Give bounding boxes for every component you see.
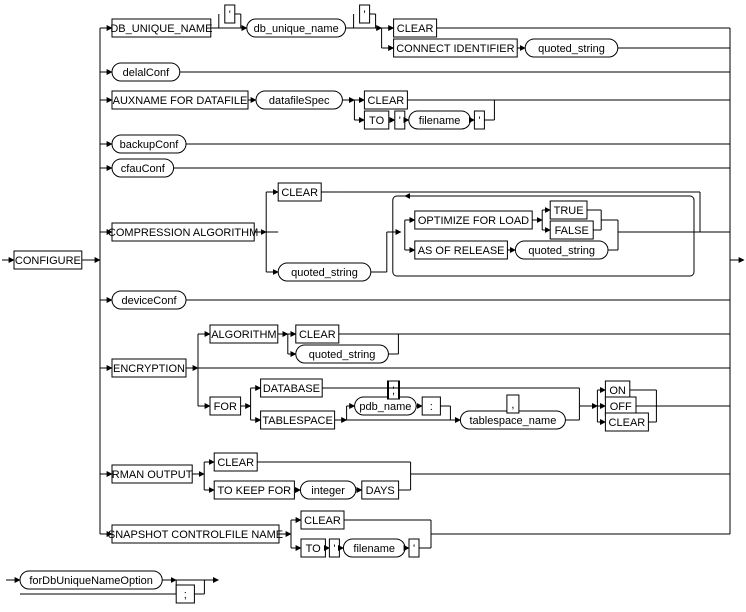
snap-to-label: TO [306,543,322,555]
svg-text:': ' [333,543,335,555]
pdb-colon-label: : [430,401,433,413]
db-unique-name-kw-label: DB_UNIQUE_NAME [110,23,212,35]
configure-kw-label: CONFIGURE [15,255,81,267]
ofl-false-label: FALSE [555,225,589,237]
enc-off-label: OFF [610,401,632,413]
svg-text:,: , [392,385,395,397]
compression-kw-label: COMPRESSION ALGORITHM [108,227,258,239]
pdb-name-label: pdb_name [359,401,411,413]
comp-clear-label: CLEAR [281,187,318,199]
dbun-clear-label: CLEAR [397,23,434,35]
comp-qs-label: quoted_string [291,267,358,279]
enc-database-label: DATABASE [263,383,320,395]
aux-filename-label: filename [419,115,461,127]
datafile-spec-label: datafileSpec [269,95,330,107]
auxname-kw-label: AUXNAME FOR DATAFILE [113,95,248,107]
aux-clear-label: CLEAR [368,95,405,107]
db-unique-name-nt-label: db_unique_name [254,23,339,35]
backupconf-label: backupConf [120,139,180,151]
svg-text:,: , [511,399,514,411]
ofl-true-label: TRUE [554,205,584,217]
svg-text:': ' [413,543,415,555]
syntax-diagram: CONFIGURE DB_UNIQUE_NAME ' db_unique_name ' C… [0,0,746,612]
encryption-kw-label: ENCRYPTION [113,363,185,375]
fordbuniquename-option-label: forDbUniqueNameOption [29,575,153,587]
snap-filename-label: filename [353,543,395,555]
delalconf-label: delalConf [123,67,170,79]
as-of-release-label: AS OF RELEASE [418,245,505,257]
rman-to-keep-for-label: TO KEEP FOR [218,485,292,497]
enc-clear-label: CLEAR [609,417,646,429]
svg-text:': ' [229,9,231,21]
svg-text:': ' [478,115,480,127]
rman-clear-label: CLEAR [217,457,254,469]
cfauconf-label: cfauConf [121,163,166,175]
snapshot-controlfile-kw-label: SNAPSHOT CONTROLFILE NAME [108,529,283,541]
rman-integer-label: integer [311,485,345,497]
enc-on-label: ON [609,385,626,397]
enc-for-label: FOR [214,401,237,413]
svg-text:': ' [364,9,366,21]
deviceconf-label: deviceConf [121,295,177,307]
snap-clear-label: CLEAR [304,515,341,527]
enc-alg-clear-label: CLEAR [299,329,336,341]
enc-alg-qs-label: quoted_string [309,349,376,361]
tablespace-name-label: tablespace_name [469,415,556,427]
optimize-for-load-label: OPTIMIZE FOR LOAD [418,215,529,227]
svg-text:': ' [399,115,401,127]
enc-tablespace-label: TABLESPACE [262,415,333,427]
rman-days-label: DAYS [366,485,395,497]
enc-algorithm-label: ALGORITHM [211,329,276,341]
aux-to-label: TO [369,115,385,127]
dbun-quoted-string-label: quoted_string [538,43,605,55]
asof-qs-label: quoted_string [528,245,595,257]
connect-identifier-label: CONNECT IDENTIFIER [396,43,514,55]
semicolon-label: ; [184,589,187,601]
rman-output-kw-label: RMAN OUTPUT [112,469,193,481]
